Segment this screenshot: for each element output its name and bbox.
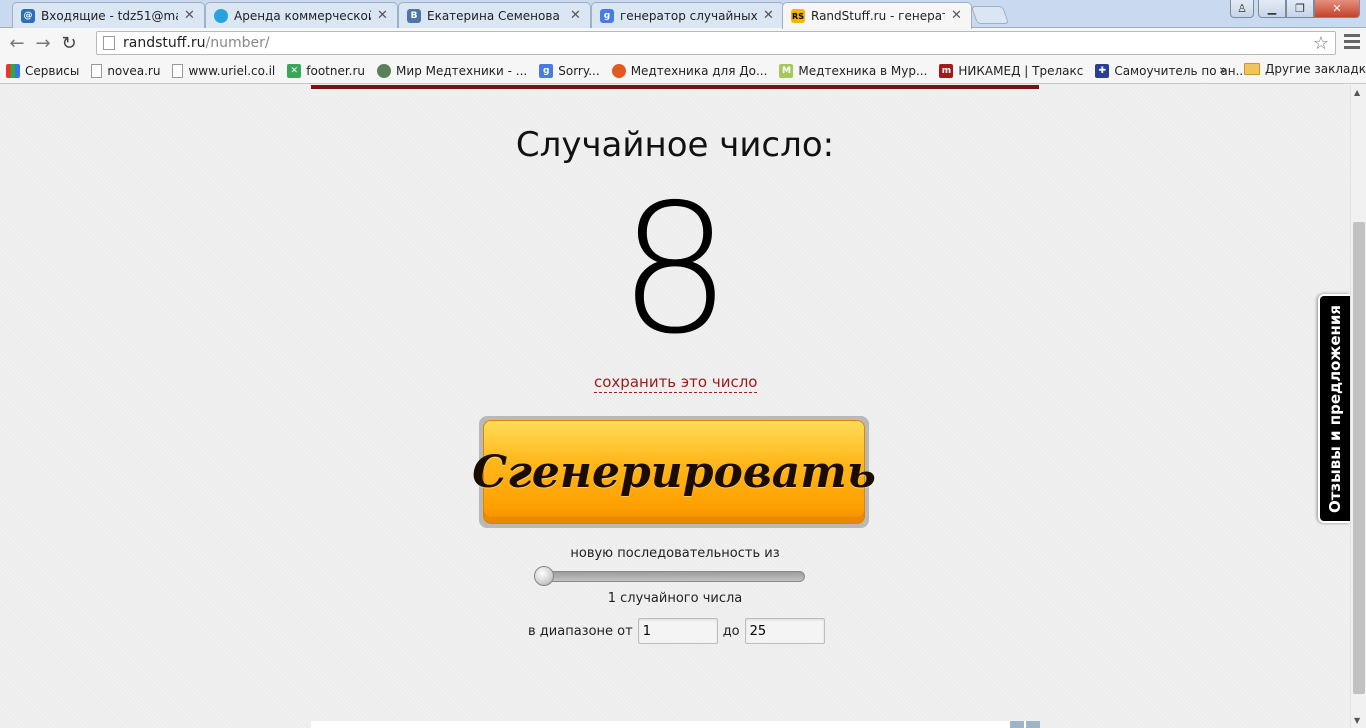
feedback-tab-label: Отзывы и предложения xyxy=(1326,304,1344,513)
bookmark-novea[interactable]: novea.ru xyxy=(91,63,161,78)
bookmark-label: НИКАМЕД | Трелакс xyxy=(958,63,1084,78)
url-host: randstuff.ru xyxy=(123,35,206,51)
bookmarks-bar: Сервисы novea.ru www.uriel.co.il ✕ footn… xyxy=(0,58,1366,84)
scrollbar-thumb[interactable] xyxy=(1353,222,1365,694)
range-to-label: до xyxy=(722,623,740,639)
m-icon: M xyxy=(779,63,794,78)
bookmark-label: www.uriel.co.il xyxy=(188,63,276,78)
mail-icon: @ xyxy=(21,8,35,23)
address-bar[interactable]: randstuff.ru/number/ ☆ xyxy=(96,31,1336,55)
bookmark-label: Самоучитель по ан... xyxy=(1114,63,1248,78)
range-from-input[interactable] xyxy=(637,618,718,644)
user-icon[interactable]: ♙ xyxy=(1230,0,1254,18)
bookmark-label: Другие закладки xyxy=(1265,62,1366,76)
tab-title: генератор случайных чис xyxy=(620,8,757,23)
ad-choices-icon[interactable] xyxy=(1008,721,1040,728)
tab-title: Аренда коммерческой н xyxy=(234,8,371,23)
tab-google[interactable]: g генератор случайных чис ✕ xyxy=(591,2,784,28)
url-path: /number/ xyxy=(205,35,270,51)
bookmark-sorry[interactable]: g Sorry... xyxy=(539,63,600,78)
close-icon[interactable]: ✕ xyxy=(184,9,196,22)
window-controls: ♙ ▁ ❐ ✕ xyxy=(1230,0,1360,18)
maximize-button[interactable]: ❐ xyxy=(1286,0,1314,18)
bookmark-star-icon[interactable]: ☆ xyxy=(1313,33,1329,54)
tab-mail[interactable]: @ Входящие - tdz51@mail.r ✕ xyxy=(12,2,205,28)
toolbar: ← → ↻ randstuff.ru/number/ ☆ xyxy=(0,28,1366,58)
close-icon[interactable]: ✕ xyxy=(951,9,963,22)
bookmark-medtech-home[interactable]: Медтехника для До... xyxy=(611,63,768,78)
page-icon xyxy=(103,36,115,50)
footner-icon: ✕ xyxy=(287,63,302,78)
bookmark-label: Sorry... xyxy=(558,63,600,78)
new-tab-button[interactable] xyxy=(970,6,1010,24)
slider-handle[interactable] xyxy=(534,566,554,586)
tab-title: Екатерина Семенова xyxy=(427,8,560,23)
tab-randstuff[interactable]: RS RandStuff.ru - генератор ✕ xyxy=(782,2,972,29)
minimize-button[interactable]: ▁ xyxy=(1258,0,1286,18)
bookmark-label: Сервисы xyxy=(25,63,80,78)
save-number-link[interactable]: сохранить это число xyxy=(594,373,758,393)
bookmark-label: footner.ru xyxy=(306,63,366,78)
feedback-tab[interactable]: Отзывы и предложения xyxy=(1318,294,1350,523)
range-from-label: в диапазоне от xyxy=(528,623,633,639)
bookmarks-more-chevron-icon[interactable]: » xyxy=(1219,63,1227,78)
reload-icon[interactable]: ↻ xyxy=(56,30,82,56)
back-arrow-icon[interactable]: ← xyxy=(4,30,30,56)
bookmark-services[interactable]: Сервисы xyxy=(6,63,80,78)
range-to-input[interactable] xyxy=(744,618,825,644)
sequence-label: новую последовательность из xyxy=(570,546,780,561)
count-slider[interactable] xyxy=(534,566,805,586)
scroll-up-arrow-icon[interactable]: ▲ xyxy=(1354,88,1360,97)
folder-icon xyxy=(1244,63,1260,75)
bookmark-nikamed[interactable]: m НИКАМЕД | Трелакс xyxy=(939,63,1084,78)
bookmark-label: Медтехника в Мур... xyxy=(798,63,928,78)
tab-title: RandStuff.ru - генератор xyxy=(811,9,945,23)
rs-icon: RS xyxy=(791,9,805,23)
bookmark-uriel[interactable]: www.uriel.co.il xyxy=(172,63,276,78)
globe-icon xyxy=(377,63,392,78)
tab-vk[interactable]: В Екатерина Семенова ✕ xyxy=(398,2,591,28)
apps-grid-icon xyxy=(6,63,20,78)
close-icon[interactable]: ✕ xyxy=(377,9,389,22)
bookmark-label: Мир Медтехники - ... xyxy=(396,63,528,78)
close-window-button[interactable]: ✕ xyxy=(1314,0,1360,18)
page-icon xyxy=(91,63,103,78)
random-number-result: 8 xyxy=(618,166,732,373)
generate-button-frame: Сгенерировать xyxy=(472,416,876,528)
vk-icon: В xyxy=(407,8,421,23)
close-icon[interactable]: ✕ xyxy=(570,9,582,22)
bookmark-label: Медтехника для До... xyxy=(630,63,768,78)
forward-arrow-icon[interactable]: → xyxy=(30,30,56,56)
circles-icon xyxy=(214,8,228,23)
google-icon: g xyxy=(539,63,554,78)
nikamed-icon: m xyxy=(939,63,954,78)
footer-ad-strip xyxy=(311,721,1039,728)
close-icon[interactable]: ✕ xyxy=(763,9,775,22)
range-row: в диапазоне от до xyxy=(528,618,825,644)
bookmark-label: novea.ru xyxy=(107,63,161,78)
google-icon: g xyxy=(600,8,614,23)
generate-button[interactable]: Сгенерировать xyxy=(472,420,876,524)
count-label: 1 случайного числа xyxy=(607,591,743,606)
vertical-scrollbar[interactable]: ▲ ▼ xyxy=(1350,85,1366,728)
bookmark-other-folder[interactable]: Другие закладки xyxy=(1244,62,1366,76)
bookmark-mir-medtech[interactable]: Мир Медтехники - ... xyxy=(377,63,528,78)
menu-icon[interactable] xyxy=(1344,34,1360,52)
tab-rent[interactable]: Аренда коммерческой н ✕ xyxy=(205,2,398,28)
header-bottom-strip xyxy=(311,85,1039,89)
page-viewport: Случайное число: 8 сохранить это число С… xyxy=(0,85,1350,728)
tab-title: Входящие - tdz51@mail.r xyxy=(41,8,178,23)
bookmark-footner[interactable]: ✕ footner.ru xyxy=(287,63,366,78)
page-icon xyxy=(172,63,184,78)
tab-strip: @ Входящие - tdz51@mail.r ✕ Аренда комме… xyxy=(0,0,1366,29)
page-title: Случайное число: xyxy=(515,125,835,165)
medtech-icon xyxy=(611,63,626,78)
scroll-down-arrow-icon[interactable]: ▼ xyxy=(1354,716,1360,725)
bookmark-medtech-mur[interactable]: M Медтехника в Мур... xyxy=(779,63,928,78)
uk-flag-icon: ✚ xyxy=(1095,63,1110,78)
